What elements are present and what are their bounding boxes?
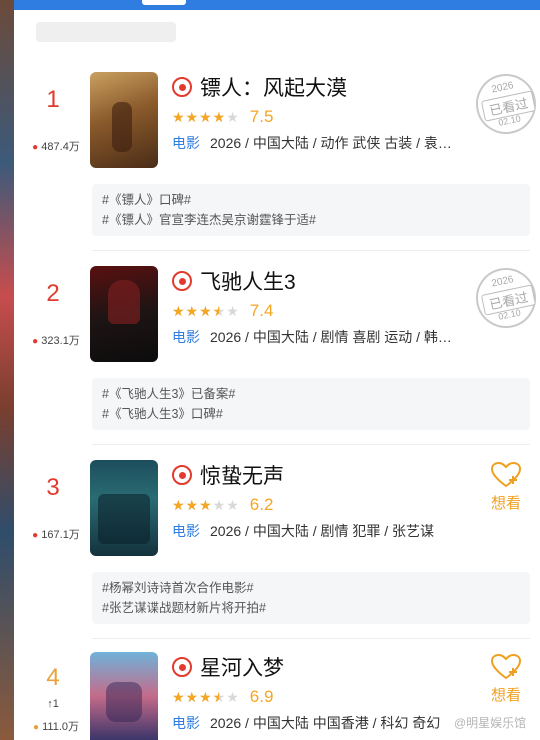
topic-link[interactable]: #张艺谋谍战题材新片将开拍# bbox=[102, 598, 520, 618]
rating-score: 7.4 bbox=[249, 301, 274, 320]
topic-link[interactable]: #杨幂刘诗诗首次合作电影# bbox=[102, 578, 520, 598]
active-tab-indicator bbox=[142, 0, 186, 5]
movie-info: 2026 / 中国大陆 / 剧情 喜剧 运动 / 韩… bbox=[210, 329, 452, 345]
type-tag: 电影 bbox=[172, 715, 200, 731]
top-tab-bar bbox=[14, 0, 540, 10]
type-tag: 电影 bbox=[172, 135, 200, 151]
seen-stamp: 2026 已看过 02.10 bbox=[470, 262, 540, 334]
movie-title: 星河入梦 bbox=[200, 657, 284, 680]
movie-poster[interactable] bbox=[90, 652, 158, 740]
hot-badge-icon bbox=[172, 271, 192, 291]
movie-info: 2026 / 中国大陆 中国香港 / 科幻 奇幻 bbox=[210, 715, 441, 731]
poster-figure bbox=[108, 280, 140, 324]
star-rating-icon: ★★★★★★★★★★ bbox=[172, 302, 240, 319]
background-image-strip bbox=[0, 0, 14, 740]
hot-badge-icon bbox=[172, 657, 192, 677]
type-tag: 电影 bbox=[172, 523, 200, 539]
seen-stamp: 2026 已看过 02.10 bbox=[470, 68, 540, 140]
topic-link[interactable]: #《镖人》官宣李连杰吴京谢霆锋于适# bbox=[102, 210, 520, 230]
heat-count: ● 111.0万 bbox=[16, 718, 96, 734]
heart-plus-icon bbox=[491, 654, 521, 680]
rank-number: 4 bbox=[46, 664, 60, 691]
topic-box: #杨幂刘诗诗首次合作电影# #张艺谋谍战题材新片将开拍# bbox=[92, 572, 530, 624]
rating-line: ★★★★★★★★★★ 6.2 bbox=[172, 494, 273, 516]
rating-line: ★★★★★★★★★★ 7.5 bbox=[172, 106, 273, 128]
rank-number: 3 bbox=[46, 474, 60, 501]
topic-link[interactable]: #《飞驰人生3》口碑# bbox=[102, 404, 520, 424]
movie-info: 2026 / 中国大陆 / 剧情 犯罪 / 张艺谋 bbox=[210, 523, 435, 539]
hot-badge-icon bbox=[172, 465, 192, 485]
heat-value: 323.1万 bbox=[41, 335, 80, 347]
rating-line: ★★★★★★★★★★ 7.4 bbox=[172, 300, 273, 322]
heat-count: ● 487.4万 bbox=[16, 138, 96, 154]
row-divider bbox=[92, 250, 530, 251]
star-rating-icon: ★★★★★★★★★★ bbox=[172, 496, 240, 513]
want-label: 想看 bbox=[490, 687, 521, 704]
poster-figure bbox=[98, 494, 150, 544]
info-line: 电影 2026 / 中国大陆 / 剧情 犯罪 / 张艺谋 bbox=[172, 520, 492, 542]
flame-icon: ● bbox=[32, 530, 39, 541]
ranking-list-card: 1 ● 487.4万 镖人：风起大漠 ★★★★★★★★★★ 7.5 电影 202… bbox=[14, 0, 540, 740]
title-line[interactable]: 飞驰人生3 bbox=[172, 266, 296, 296]
movie-title: 飞驰人生3 bbox=[200, 271, 296, 294]
rating-score: 6.2 bbox=[249, 495, 274, 514]
heart-plus-icon bbox=[491, 462, 521, 488]
movie-poster[interactable] bbox=[90, 72, 158, 168]
topic-box: #《飞驰人生3》已备案# #《飞驰人生3》口碑# bbox=[92, 378, 530, 430]
heat-value: 111.0万 bbox=[42, 721, 79, 733]
info-line: 电影 2026 / 中国大陆 / 剧情 喜剧 运动 / 韩… bbox=[172, 326, 492, 348]
topic-link[interactable]: #《镖人》口碑# bbox=[102, 190, 520, 210]
watermark: @明星娱乐馆 bbox=[454, 716, 527, 730]
topic-box: #《镖人》口碑# #《镖人》官宣李连杰吴京谢霆锋于适# bbox=[92, 184, 530, 236]
title-line[interactable]: 星河入梦 bbox=[172, 652, 284, 682]
topic-link[interactable]: #《飞驰人生3》已备案# bbox=[102, 384, 520, 404]
rating-line: ★★★★★★★★★★ 6.9 bbox=[172, 686, 273, 708]
flame-icon: ● bbox=[32, 336, 39, 347]
movie-poster[interactable] bbox=[90, 460, 158, 556]
flame-icon: ● bbox=[32, 142, 39, 153]
info-line: 电影 2026 / 中国大陆 / 动作 武侠 古装 / 袁… bbox=[172, 132, 492, 154]
row-divider bbox=[92, 638, 530, 639]
hot-badge-icon bbox=[172, 77, 192, 97]
poster-figure bbox=[106, 682, 142, 722]
movie-title: 惊蛰无声 bbox=[200, 465, 284, 488]
movie-info: 2026 / 中国大陆 / 动作 武侠 古装 / 袁… bbox=[210, 135, 452, 151]
rank-number: 1 bbox=[46, 86, 60, 113]
heat-count: ● 167.1万 bbox=[16, 526, 96, 542]
type-tag: 电影 bbox=[172, 329, 200, 345]
title-line[interactable]: 镖人：风起大漠 bbox=[172, 72, 347, 102]
rating-score: 7.5 bbox=[249, 107, 274, 126]
star-rating-icon: ★★★★★★★★★★ bbox=[172, 688, 240, 705]
info-line: 电影 2026 / 中国大陆 中国香港 / 科幻 奇幻 bbox=[172, 712, 492, 734]
star-rating-icon: ★★★★★★★★★★ bbox=[172, 108, 240, 125]
want-label: 想看 bbox=[490, 495, 521, 512]
rating-score: 6.9 bbox=[249, 687, 274, 706]
heat-count: ● 323.1万 bbox=[16, 332, 96, 348]
row-divider bbox=[92, 444, 530, 445]
flame-icon: ● bbox=[32, 722, 40, 733]
poster-figure bbox=[112, 102, 132, 152]
heat-value: 167.1万 bbox=[41, 529, 80, 541]
list-header bbox=[36, 22, 176, 42]
rank-number: 2 bbox=[46, 280, 60, 307]
want-to-see-button[interactable]: 想看 bbox=[484, 462, 528, 513]
want-to-see-button[interactable]: 想看 bbox=[484, 654, 528, 705]
title-line[interactable]: 惊蛰无声 bbox=[172, 460, 284, 490]
heat-value: 487.4万 bbox=[41, 141, 80, 153]
movie-poster[interactable] bbox=[90, 266, 158, 362]
trend-indicator: ↑1 bbox=[47, 698, 59, 710]
movie-title: 镖人：风起大漠 bbox=[200, 77, 347, 100]
